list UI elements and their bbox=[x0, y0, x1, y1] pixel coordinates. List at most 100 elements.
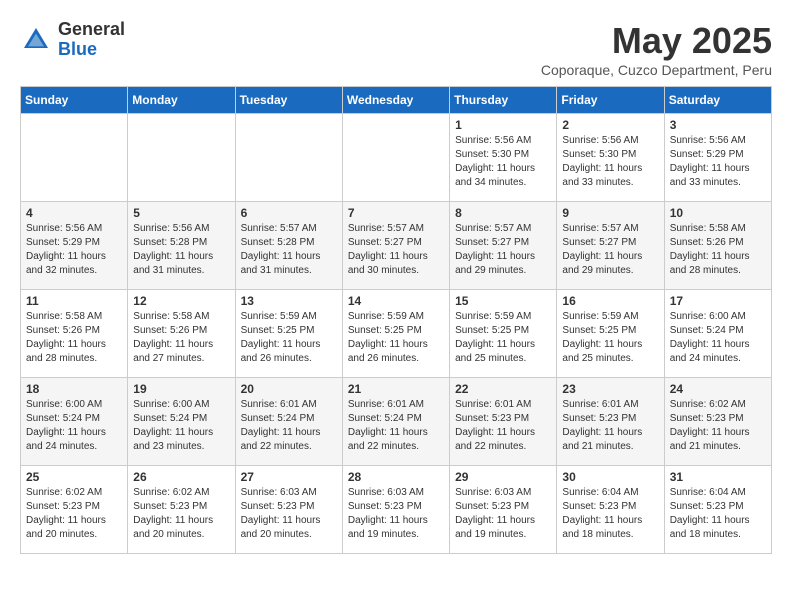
calendar-cell: 3 Sunrise: 5:56 AM Sunset: 5:29 PM Daylig… bbox=[664, 114, 771, 202]
day-info: Sunrise: 5:59 AM Sunset: 5:25 PM Dayligh… bbox=[241, 310, 337, 366]
day-number: 10 bbox=[670, 206, 766, 220]
calendar-cell: 14 Sunrise: 5:59 AM Sunset: 5:25 PM Dayli… bbox=[342, 290, 449, 378]
day-info: Sunrise: 6:02 AM Sunset: 5:23 PM Dayligh… bbox=[133, 486, 229, 542]
calendar-cell: 8 Sunrise: 5:57 AM Sunset: 5:27 PM Daylig… bbox=[450, 202, 557, 290]
calendar-cell: 28 Sunrise: 6:03 AM Sunset: 5:23 PM Dayli… bbox=[342, 466, 449, 554]
calendar-cell: 19 Sunrise: 6:00 AM Sunset: 5:24 PM Dayli… bbox=[128, 378, 235, 466]
logo-icon bbox=[20, 24, 52, 56]
day-number: 8 bbox=[455, 206, 551, 220]
calendar-cell bbox=[128, 114, 235, 202]
day-number: 4 bbox=[26, 206, 122, 220]
day-info: Sunrise: 6:03 AM Sunset: 5:23 PM Dayligh… bbox=[455, 486, 551, 542]
calendar-cell: 9Sunrise: 5:57 AM Sunset: 5:27 PM Daylig… bbox=[557, 202, 664, 290]
calendar-table: SundayMondayTuesdayWednesdayThursdayFrid… bbox=[20, 86, 772, 554]
calendar-cell bbox=[235, 114, 342, 202]
day-number: 3 bbox=[670, 118, 766, 132]
day-info: Sunrise: 5:56 AM Sunset: 5:28 PM Dayligh… bbox=[133, 222, 229, 278]
day-info: Sunrise: 5:59 AM Sunset: 5:25 PM Dayligh… bbox=[562, 310, 658, 366]
day-info: Sunrise: 5:56 AM Sunset: 5:29 PM Dayligh… bbox=[26, 222, 122, 278]
calendar-header: SundayMondayTuesdayWednesdayThursdayFrid… bbox=[21, 87, 772, 114]
calendar-cell: 20Sunrise: 6:01 AM Sunset: 5:24 PM Dayli… bbox=[235, 378, 342, 466]
day-number: 22 bbox=[455, 382, 551, 396]
calendar-week-row: 4 Sunrise: 5:56 AM Sunset: 5:29 PM Daylig… bbox=[21, 202, 772, 290]
day-of-week-header: Sunday bbox=[21, 87, 128, 114]
day-info: Sunrise: 6:03 AM Sunset: 5:23 PM Dayligh… bbox=[241, 486, 337, 542]
month-title: May 2025 bbox=[541, 20, 772, 62]
day-info: Sunrise: 6:00 AM Sunset: 5:24 PM Dayligh… bbox=[26, 398, 122, 454]
logo-general-text: General bbox=[58, 20, 125, 40]
calendar-cell: 15Sunrise: 5:59 AM Sunset: 5:25 PM Dayli… bbox=[450, 290, 557, 378]
header: General Blue May 2025 Coporaque, Cuzco D… bbox=[20, 20, 772, 78]
logo-blue-text: Blue bbox=[58, 40, 125, 60]
day-number: 19 bbox=[133, 382, 229, 396]
calendar-cell: 18Sunrise: 6:00 AM Sunset: 5:24 PM Dayli… bbox=[21, 378, 128, 466]
day-of-week-header: Monday bbox=[128, 87, 235, 114]
calendar-cell: 2Sunrise: 5:56 AM Sunset: 5:30 PM Daylig… bbox=[557, 114, 664, 202]
calendar-cell: 4 Sunrise: 5:56 AM Sunset: 5:29 PM Daylig… bbox=[21, 202, 128, 290]
day-info: Sunrise: 5:56 AM Sunset: 5:29 PM Dayligh… bbox=[670, 134, 766, 190]
calendar-cell: 10 Sunrise: 5:58 AM Sunset: 5:26 PM Dayli… bbox=[664, 202, 771, 290]
day-info: Sunrise: 5:56 AM Sunset: 5:30 PM Dayligh… bbox=[562, 134, 658, 190]
header-row: SundayMondayTuesdayWednesdayThursdayFrid… bbox=[21, 87, 772, 114]
calendar-cell: 29 Sunrise: 6:03 AM Sunset: 5:23 PM Dayli… bbox=[450, 466, 557, 554]
day-number: 11 bbox=[26, 294, 122, 308]
calendar-cell: 23 Sunrise: 6:01 AM Sunset: 5:23 PM Dayli… bbox=[557, 378, 664, 466]
calendar-cell: 13Sunrise: 5:59 AM Sunset: 5:25 PM Dayli… bbox=[235, 290, 342, 378]
day-number: 29 bbox=[455, 470, 551, 484]
calendar-cell: 1 Sunrise: 5:56 AM Sunset: 5:30 PM Daylig… bbox=[450, 114, 557, 202]
day-number: 28 bbox=[348, 470, 444, 484]
calendar-cell: 25Sunrise: 6:02 AM Sunset: 5:23 PM Dayli… bbox=[21, 466, 128, 554]
day-info: Sunrise: 6:04 AM Sunset: 5:23 PM Dayligh… bbox=[670, 486, 766, 542]
calendar-cell: 26 Sunrise: 6:02 AM Sunset: 5:23 PM Dayli… bbox=[128, 466, 235, 554]
calendar-week-row: 18Sunrise: 6:00 AM Sunset: 5:24 PM Dayli… bbox=[21, 378, 772, 466]
day-number: 16 bbox=[562, 294, 658, 308]
location-subtitle: Coporaque, Cuzco Department, Peru bbox=[541, 62, 772, 78]
calendar-cell: 27 Sunrise: 6:03 AM Sunset: 5:23 PM Dayli… bbox=[235, 466, 342, 554]
day-info: Sunrise: 5:58 AM Sunset: 5:26 PM Dayligh… bbox=[670, 222, 766, 278]
calendar-cell: 31 Sunrise: 6:04 AM Sunset: 5:23 PM Dayli… bbox=[664, 466, 771, 554]
day-info: Sunrise: 5:57 AM Sunset: 5:27 PM Dayligh… bbox=[348, 222, 444, 278]
title-area: May 2025 Coporaque, Cuzco Department, Pe… bbox=[541, 20, 772, 78]
day-info: Sunrise: 6:03 AM Sunset: 5:23 PM Dayligh… bbox=[348, 486, 444, 542]
day-info: Sunrise: 5:57 AM Sunset: 5:27 PM Dayligh… bbox=[455, 222, 551, 278]
day-of-week-header: Saturday bbox=[664, 87, 771, 114]
calendar-cell: 5 Sunrise: 5:56 AM Sunset: 5:28 PM Daylig… bbox=[128, 202, 235, 290]
day-number: 23 bbox=[562, 382, 658, 396]
day-number: 27 bbox=[241, 470, 337, 484]
calendar-cell: 7 Sunrise: 5:57 AM Sunset: 5:27 PM Daylig… bbox=[342, 202, 449, 290]
calendar-cell: 21Sunrise: 6:01 AM Sunset: 5:24 PM Dayli… bbox=[342, 378, 449, 466]
day-number: 1 bbox=[455, 118, 551, 132]
logo: General Blue bbox=[20, 20, 125, 60]
day-number: 7 bbox=[348, 206, 444, 220]
day-number: 14 bbox=[348, 294, 444, 308]
day-number: 17 bbox=[670, 294, 766, 308]
day-number: 31 bbox=[670, 470, 766, 484]
day-info: Sunrise: 6:01 AM Sunset: 5:23 PM Dayligh… bbox=[562, 398, 658, 454]
day-info: Sunrise: 5:59 AM Sunset: 5:25 PM Dayligh… bbox=[348, 310, 444, 366]
calendar-week-row: 25Sunrise: 6:02 AM Sunset: 5:23 PM Dayli… bbox=[21, 466, 772, 554]
day-info: Sunrise: 5:59 AM Sunset: 5:25 PM Dayligh… bbox=[455, 310, 551, 366]
day-number: 30 bbox=[562, 470, 658, 484]
logo-text: General Blue bbox=[58, 20, 125, 60]
day-info: Sunrise: 5:57 AM Sunset: 5:27 PM Dayligh… bbox=[562, 222, 658, 278]
calendar-week-row: 11Sunrise: 5:58 AM Sunset: 5:26 PM Dayli… bbox=[21, 290, 772, 378]
calendar-cell: 30Sunrise: 6:04 AM Sunset: 5:23 PM Dayli… bbox=[557, 466, 664, 554]
day-info: Sunrise: 6:01 AM Sunset: 5:24 PM Dayligh… bbox=[348, 398, 444, 454]
calendar-cell bbox=[21, 114, 128, 202]
day-info: Sunrise: 6:01 AM Sunset: 5:23 PM Dayligh… bbox=[455, 398, 551, 454]
day-number: 26 bbox=[133, 470, 229, 484]
day-info: Sunrise: 6:00 AM Sunset: 5:24 PM Dayligh… bbox=[670, 310, 766, 366]
day-info: Sunrise: 5:57 AM Sunset: 5:28 PM Dayligh… bbox=[241, 222, 337, 278]
day-of-week-header: Friday bbox=[557, 87, 664, 114]
day-number: 5 bbox=[133, 206, 229, 220]
calendar-body: 1 Sunrise: 5:56 AM Sunset: 5:30 PM Daylig… bbox=[21, 114, 772, 554]
calendar-cell: 22 Sunrise: 6:01 AM Sunset: 5:23 PM Dayli… bbox=[450, 378, 557, 466]
calendar-cell: 12Sunrise: 5:58 AM Sunset: 5:26 PM Dayli… bbox=[128, 290, 235, 378]
day-number: 12 bbox=[133, 294, 229, 308]
day-info: Sunrise: 5:56 AM Sunset: 5:30 PM Dayligh… bbox=[455, 134, 551, 190]
calendar-cell bbox=[342, 114, 449, 202]
day-info: Sunrise: 6:00 AM Sunset: 5:24 PM Dayligh… bbox=[133, 398, 229, 454]
calendar-cell: 24Sunrise: 6:02 AM Sunset: 5:23 PM Dayli… bbox=[664, 378, 771, 466]
calendar-cell: 16 Sunrise: 5:59 AM Sunset: 5:25 PM Dayli… bbox=[557, 290, 664, 378]
day-number: 20 bbox=[241, 382, 337, 396]
